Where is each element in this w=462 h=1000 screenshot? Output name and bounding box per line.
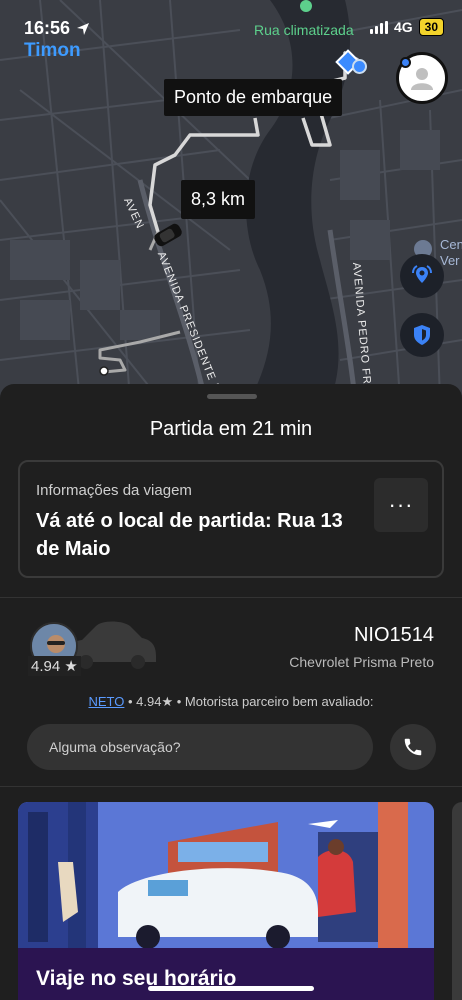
user-location-dot	[352, 59, 367, 74]
tree-icon	[300, 0, 312, 12]
person-icon	[411, 68, 433, 90]
battery-icon: 30	[418, 18, 444, 36]
poi-label: Cen Ver	[440, 237, 462, 268]
next-promo-card[interactable]	[452, 802, 462, 1000]
trip-info-label: Informações da viagem	[36, 482, 192, 499]
license-plate: NIO1514	[353, 624, 434, 646]
divider	[0, 597, 462, 598]
notification-dot	[400, 57, 411, 68]
trip-bottom-sheet[interactable]: Partida em 21 min Informações da viagem …	[0, 384, 462, 1000]
note-placeholder: Alguma observação?	[49, 739, 181, 755]
location-arrow-icon	[77, 22, 90, 35]
signal-icon	[369, 20, 388, 34]
safety-button[interactable]	[400, 313, 444, 357]
share-location-button[interactable]	[400, 254, 444, 298]
back-to-app-link[interactable]: Timon	[24, 40, 81, 62]
divider	[0, 786, 462, 787]
driver-car-icon	[154, 223, 182, 247]
network-label: 4G	[393, 19, 413, 35]
driver-summary-line: NETO • 4.94★ • Motorista parceiro bem av…	[0, 694, 462, 710]
shield-icon	[414, 325, 430, 345]
driver-rating-chip: 4.94 ★	[28, 656, 81, 676]
home-indicator[interactable]	[148, 986, 314, 991]
pickup-tooltip[interactable]: Ponto de embarque	[164, 79, 343, 116]
driver-name-link[interactable]: NETO	[89, 694, 125, 709]
location-pin-icon	[412, 265, 432, 283]
departure-title: Partida em 21 min	[149, 418, 313, 440]
status-time: 16:56	[24, 18, 90, 39]
promo-card[interactable]: Viaje no seu horário	[18, 802, 434, 1000]
phone-icon	[404, 738, 422, 756]
driver-summary-text: • 4.94★ • Motorista parceiro bem avaliad…	[124, 694, 374, 709]
note-input[interactable]: Alguma observação?	[27, 724, 373, 770]
map-place-label: Rua climatizada	[254, 22, 354, 38]
car-model: Chevrolet Prisma Preto	[289, 654, 434, 670]
more-options-button[interactable]: ···	[374, 478, 428, 532]
sheet-grabber[interactable]	[207, 394, 257, 399]
status-indicators: 4G 30	[369, 18, 444, 36]
promo-illustration	[18, 802, 434, 949]
trip-instruction: Vá até o local de partida: Rua 13 de Mai…	[36, 510, 343, 560]
trip-info-card[interactable]: Informações da viagem Vá até o local de …	[18, 460, 444, 578]
clock-text: 16:56	[24, 18, 71, 38]
call-driver-button[interactable]	[390, 724, 436, 770]
map-view[interactable]: Rua climatizada 16:56 Timon 4G 30 Ponto …	[0, 0, 462, 400]
distance-tooltip: 8,3 km	[181, 180, 256, 219]
